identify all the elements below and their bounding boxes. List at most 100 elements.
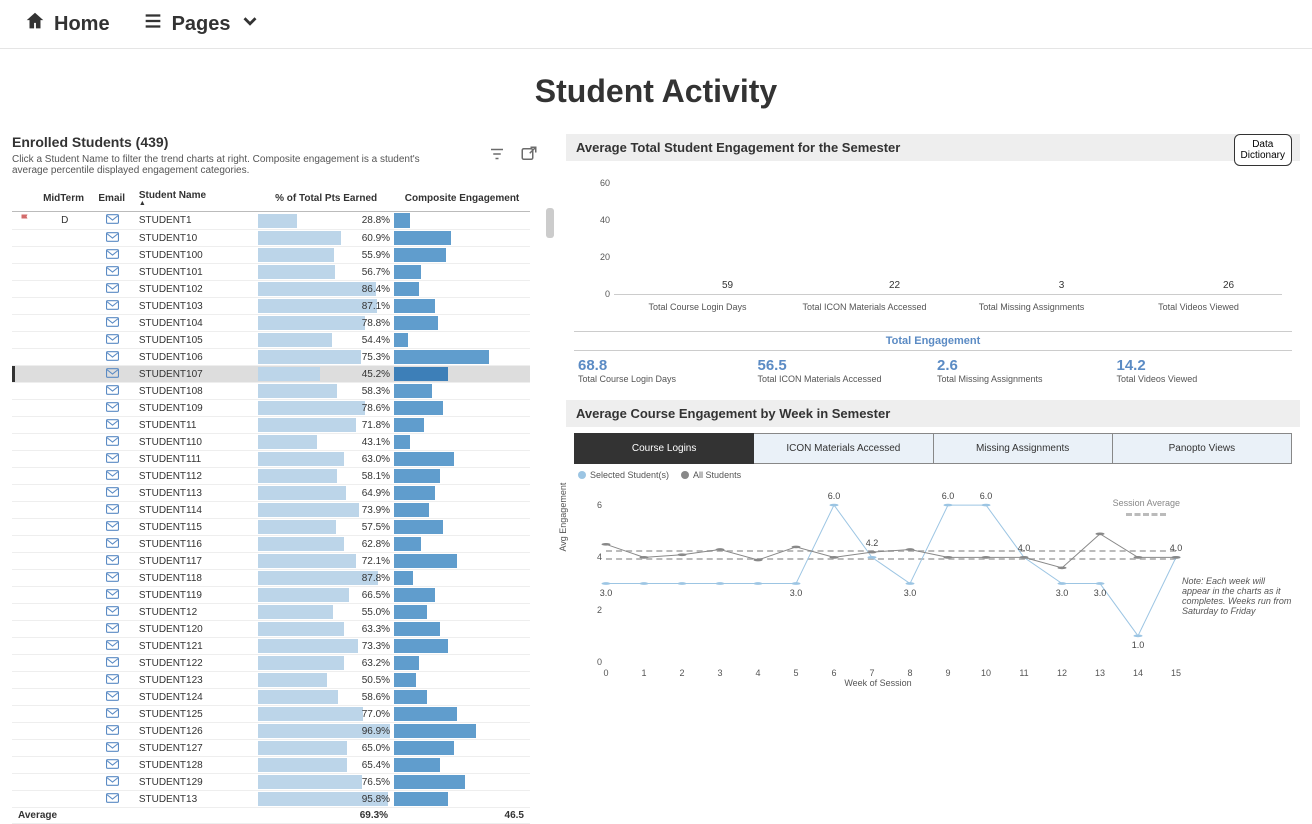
legend-selected-label: Selected Student(s) [590,470,669,480]
email-icon[interactable] [106,266,119,276]
tab[interactable]: Course Logins [574,433,754,464]
email-icon[interactable] [106,470,119,480]
nav-home[interactable]: Home [24,10,110,38]
email-icon[interactable] [106,606,119,616]
table-row[interactable]: STUDENT12976.5% [12,774,530,791]
table-row[interactable]: STUDENT12458.6% [12,689,530,706]
table-row[interactable]: STUDENT10675.3% [12,349,530,366]
table-row[interactable]: STUDENT12263.2% [12,655,530,672]
student-name: STUDENT121 [133,638,258,655]
table-row[interactable]: STUDENT1060.9% [12,230,530,247]
email-icon[interactable] [106,300,119,310]
table-row[interactable]: STUDENT1171.8% [12,417,530,434]
email-icon[interactable] [106,725,119,735]
email-icon[interactable] [106,334,119,344]
table-row[interactable]: STUDENT11258.1% [12,468,530,485]
col-flag[interactable] [12,186,37,212]
table-row[interactable]: STUDENT10745.2% [12,366,530,383]
email-icon[interactable] [106,453,119,463]
email-icon[interactable] [106,759,119,769]
table-row[interactable]: STUDENT11966.5% [12,587,530,604]
table-row[interactable]: STUDENT1395.8% [12,791,530,808]
table-row[interactable]: STUDENT10055.9% [12,247,530,264]
tab[interactable]: ICON Materials Accessed [754,433,933,464]
table-row[interactable]: STUDENT11662.8% [12,536,530,553]
table-row[interactable]: STUDENT11473.9% [12,502,530,519]
email-icon[interactable] [106,317,119,327]
table-row[interactable]: STUDENT10978.6% [12,400,530,417]
email-icon[interactable] [106,351,119,361]
table-row[interactable]: DSTUDENT128.8% [12,212,530,230]
table-row[interactable]: STUDENT1255.0% [12,604,530,621]
nav-pages[interactable]: Pages [142,10,261,38]
tab[interactable]: Missing Assignments [934,433,1113,464]
expand-button[interactable] [516,142,542,168]
student-name: STUDENT106 [133,349,258,366]
table-row[interactable]: STUDENT12173.3% [12,638,530,655]
email-icon[interactable] [106,691,119,701]
email-icon[interactable] [106,504,119,514]
table-row[interactable]: STUDENT11887.8% [12,570,530,587]
midterm-cell [37,417,92,434]
table-row[interactable]: STUDENT10554.4% [12,332,530,349]
col-email[interactable]: Email [92,186,132,212]
table-row[interactable]: STUDENT12577.0% [12,706,530,723]
table-row[interactable]: STUDENT10286.4% [12,281,530,298]
email-icon[interactable] [106,368,119,378]
email-icon[interactable] [106,538,119,548]
data-dictionary-button[interactable]: Data Dictionary [1234,134,1292,166]
table-row[interactable]: STUDENT11772.1% [12,553,530,570]
email-icon[interactable] [106,708,119,718]
email-icon[interactable] [106,640,119,650]
table-row[interactable]: STUDENT12765.0% [12,740,530,757]
email-icon[interactable] [106,249,119,259]
pct-value: 95.8% [362,794,390,805]
table-row[interactable]: STUDENT10156.7% [12,264,530,281]
email-icon[interactable] [106,232,119,242]
email-icon[interactable] [106,521,119,531]
table-row[interactable]: STUDENT11557.5% [12,519,530,536]
table-row[interactable]: STUDENT12865.4% [12,757,530,774]
students-table-wrap: MidTerm Email Student Name % of Total Pt… [12,186,542,824]
table-row[interactable]: STUDENT11163.0% [12,451,530,468]
email-icon[interactable] [106,385,119,395]
email-icon[interactable] [106,572,119,582]
email-icon[interactable] [106,776,119,786]
email-icon[interactable] [106,487,119,497]
col-midterm[interactable]: MidTerm [37,186,92,212]
filter-icon [488,145,506,166]
email-icon[interactable] [106,555,119,565]
email-icon[interactable] [106,793,119,803]
email-icon[interactable] [106,419,119,429]
email-icon[interactable] [106,283,119,293]
bar-category-label: Total Missing Assignments [948,302,1115,312]
filter-button[interactable] [484,142,510,168]
student-name: STUDENT101 [133,264,258,281]
email-icon[interactable] [106,402,119,412]
table-row[interactable]: STUDENT10858.3% [12,383,530,400]
email-icon[interactable] [106,623,119,633]
scrollbar[interactable] [546,208,554,238]
table-row[interactable]: STUDENT12063.3% [12,621,530,638]
data-dictionary-label: Data Dictionary [1241,139,1285,161]
col-name[interactable]: Student Name [133,186,258,212]
table-row[interactable]: STUDENT12350.5% [12,672,530,689]
midterm-cell [37,774,92,791]
email-icon[interactable] [106,589,119,599]
col-comp[interactable]: Composite Engagement [394,186,530,212]
col-pct[interactable]: % of Total Pts Earned [258,186,394,212]
email-icon[interactable] [106,674,119,684]
table-row[interactable]: STUDENT10478.8% [12,315,530,332]
midterm-cell: D [37,212,92,230]
midterm-cell [37,383,92,400]
table-row[interactable]: STUDENT11043.1% [12,434,530,451]
table-row[interactable]: STUDENT10387.1% [12,298,530,315]
midterm-cell [37,298,92,315]
table-row[interactable]: STUDENT11364.9% [12,485,530,502]
email-icon[interactable] [106,214,119,224]
email-icon[interactable] [106,657,119,667]
email-icon[interactable] [106,436,119,446]
table-row[interactable]: STUDENT12696.9% [12,723,530,740]
email-icon[interactable] [106,742,119,752]
tab[interactable]: Panopto Views [1113,433,1292,464]
